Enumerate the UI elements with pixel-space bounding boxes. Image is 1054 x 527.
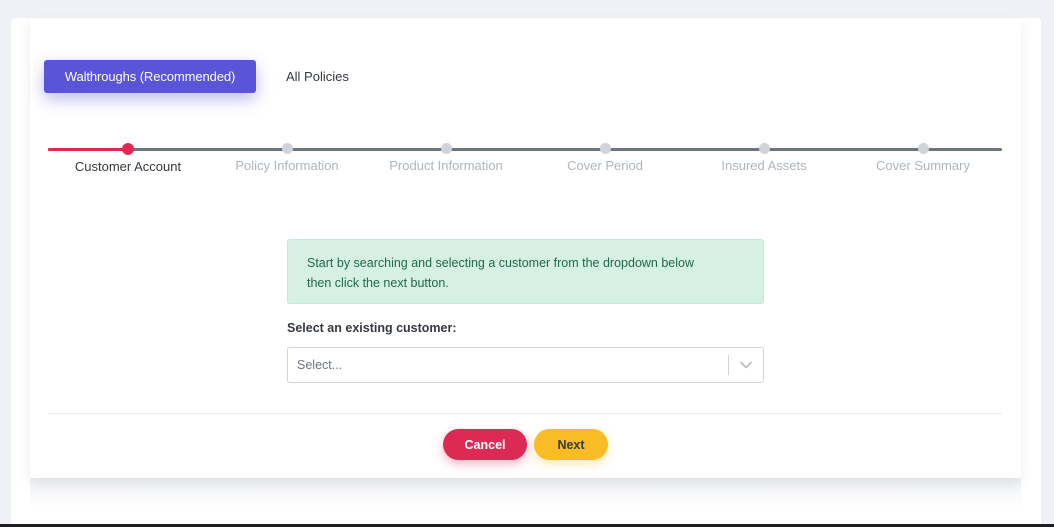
step-cover-period[interactable]: Cover Period <box>525 143 685 173</box>
footer-divider <box>48 413 1002 414</box>
step-cover-summary[interactable]: Cover Summary <box>843 143 1003 173</box>
card-shadow-band <box>30 478 1021 508</box>
step-label: Product Information <box>389 158 503 173</box>
step-label: Policy Information <box>235 158 339 173</box>
info-alert: Start by searching and selecting a custo… <box>287 239 764 304</box>
step-label: Insured Assets <box>721 158 807 173</box>
tab-all-policies[interactable]: All Policies <box>286 69 349 84</box>
step-customer-account[interactable]: Customer Account <box>48 142 208 174</box>
step-dot <box>599 143 611 154</box>
chevron-down-icon[interactable] <box>729 361 763 369</box>
step-dot-active <box>122 142 134 155</box>
step-label: Customer Account <box>74 158 182 174</box>
step-insured-assets[interactable]: Insured Assets <box>684 143 844 173</box>
alert-line-2: then click the next button. <box>307 276 449 290</box>
alert-line-1: Start by searching and selecting a custo… <box>307 256 695 270</box>
policy-tabs: Walthroughs (Recommended) All Policies <box>44 60 349 93</box>
step-dot <box>281 143 293 154</box>
step-label: Cover Summary <box>876 158 970 173</box>
step-policy-information[interactable]: Policy Information <box>207 143 367 173</box>
cancel-button[interactable]: Cancel <box>443 429 527 460</box>
customer-select-label: Select an existing customer: <box>287 321 457 335</box>
wizard-stepper: Customer Account Policy Information Prod… <box>48 140 1002 180</box>
step-dot <box>758 143 770 154</box>
step-dot <box>917 143 929 154</box>
tab-walkthroughs[interactable]: Walthroughs (Recommended) <box>44 60 256 93</box>
step-product-information[interactable]: Product Information <box>366 143 526 173</box>
customer-select-placeholder: Select... <box>297 358 343 372</box>
customer-select[interactable]: Select... <box>287 347 764 383</box>
step-dot <box>440 143 452 154</box>
step-label: Cover Period <box>567 158 643 173</box>
next-button[interactable]: Next <box>534 429 608 460</box>
